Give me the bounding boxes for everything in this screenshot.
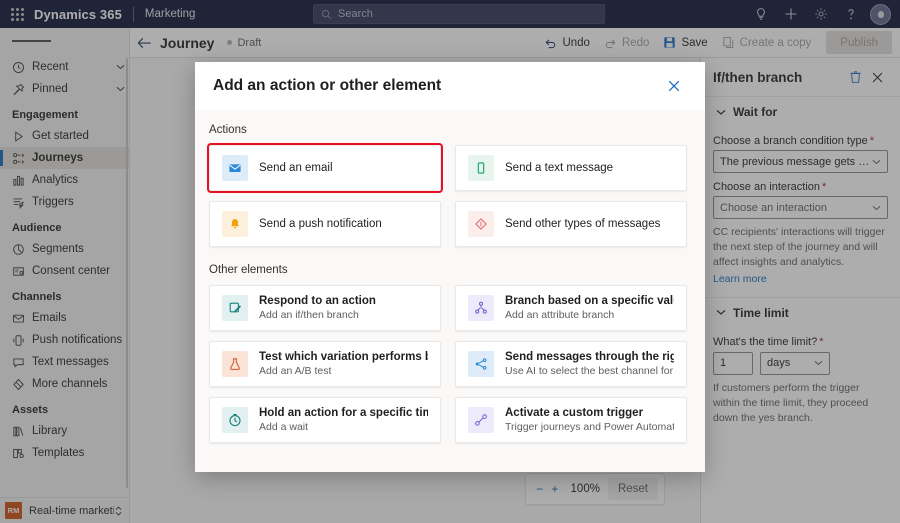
timer-icon: [222, 407, 248, 433]
card-respond-to-an-action[interactable]: Respond to an action Add an if/then bran…: [209, 285, 441, 331]
card-subtitle: Add an A/B test: [259, 365, 332, 377]
card-text: Hold an action for a specific time Add a…: [259, 407, 428, 433]
card-send-other-types-of-messages[interactable]: Send other types of messages: [455, 201, 687, 247]
card-subtitle: Use AI to select the best channel for ea…: [505, 365, 674, 377]
bell-icon: [222, 211, 248, 237]
card-text: Branch based on a specific value Add an …: [505, 295, 674, 321]
card-text: Send other types of messages: [505, 218, 660, 230]
card-title: Send an email: [259, 162, 333, 174]
dialog-body: Actions Send an email Send a text messag…: [195, 110, 705, 472]
card-title: Send other types of messages: [505, 218, 661, 230]
flask-icon: [222, 351, 248, 377]
add-element-dialog: Add an action or other element Actions S…: [195, 62, 705, 472]
card-subtitle: Trigger journeys and Power Automate flow…: [505, 421, 674, 433]
dialog-title: Add an action or other element: [213, 77, 442, 94]
other-elements-card-grid: Respond to an action Add an if/then bran…: [209, 285, 691, 443]
card-test-which-variation-performs-better[interactable]: Test which variation performs better Add…: [209, 341, 441, 387]
card-send-messages-through-the-right-channel[interactable]: Send messages through the right channel …: [455, 341, 687, 387]
custom-trigger-icon: [468, 407, 494, 433]
card-text: Activate a custom trigger Trigger journe…: [505, 407, 674, 433]
card-branch-based-on-a-specific-value[interactable]: Branch based on a specific value Add an …: [455, 285, 687, 331]
card-title: Send a text message: [505, 162, 614, 174]
card-text: Respond to an action Add an if/then bran…: [259, 295, 376, 321]
branch-icon: [468, 295, 494, 321]
phone-icon: [468, 155, 494, 181]
diamond-icon: [468, 211, 494, 237]
card-title: Respond to an action: [259, 295, 376, 307]
card-text: Test which variation performs better Add…: [259, 351, 428, 377]
dialog-header: Add an action or other element: [195, 62, 705, 110]
card-title: Activate a custom trigger: [505, 407, 644, 419]
section-title-actions: Actions: [209, 124, 247, 136]
card-title: Send a push notification: [259, 218, 382, 230]
channel-ai-icon: [468, 351, 494, 377]
card-subtitle: Add a wait: [259, 421, 309, 433]
section-title-other-elements: Other elements: [209, 264, 288, 276]
card-title: Test which variation performs better: [259, 351, 428, 363]
card-subtitle: Add an attribute branch: [505, 309, 615, 321]
card-activate-a-custom-trigger[interactable]: Activate a custom trigger Trigger journe…: [455, 397, 687, 443]
card-text: Send an email: [259, 162, 333, 174]
dialog-close-icon[interactable]: [661, 73, 687, 99]
card-hold-an-action-for-a-specific-time[interactable]: Hold an action for a specific time Add a…: [209, 397, 441, 443]
card-title: Hold an action for a specific time: [259, 407, 428, 419]
card-title: Send messages through the right channel: [505, 351, 674, 363]
mail-icon: [222, 155, 248, 181]
card-send-a-text-message[interactable]: Send a text message: [455, 145, 687, 191]
actions-card-grid: Send an email Send a text message Send a…: [207, 143, 691, 247]
card-title: Branch based on a specific value: [505, 295, 674, 307]
card-send-an-email[interactable]: Send an email: [207, 143, 443, 193]
card-subtitle: Add an if/then branch: [259, 309, 359, 321]
respond-icon: [222, 295, 248, 321]
card-text: Send a text message: [505, 162, 613, 174]
card-text: Send a push notification: [259, 218, 382, 230]
card-send-a-push-notification[interactable]: Send a push notification: [209, 201, 441, 247]
card-text: Send messages through the right channel …: [505, 351, 674, 377]
